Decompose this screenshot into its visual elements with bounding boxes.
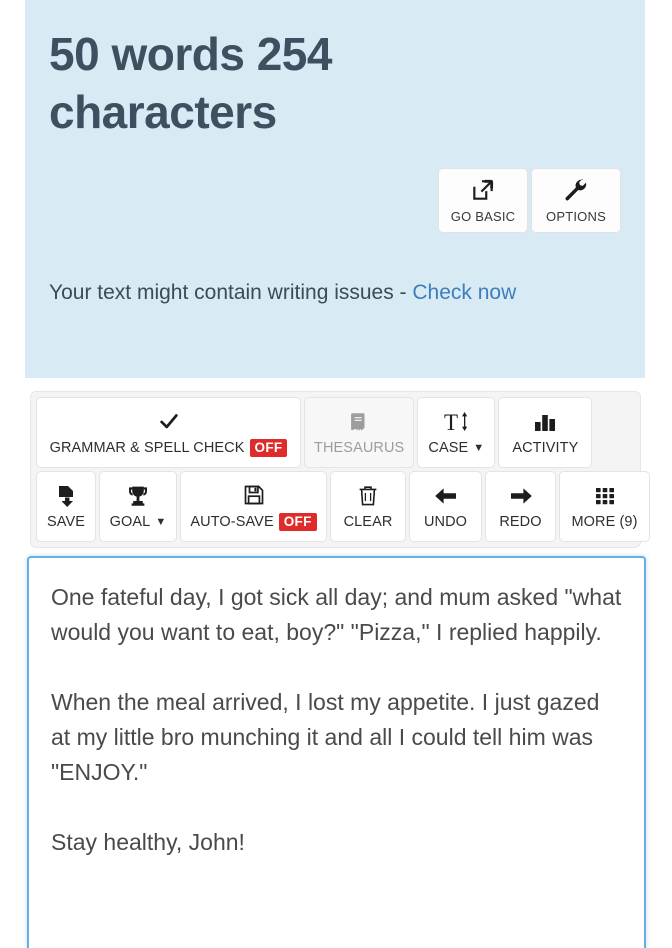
- activity-button[interactable]: ACTIVITY: [498, 397, 593, 468]
- case-text: CASE: [428, 440, 469, 456]
- book-icon: [347, 409, 371, 435]
- trash-icon: [357, 483, 379, 509]
- grid-icon: [593, 483, 617, 509]
- text-case-icon: T: [442, 409, 470, 435]
- text-editor[interactable]: One fateful day, I got sick all day; and…: [27, 556, 646, 948]
- options-button[interactable]: OPTIONS: [531, 168, 621, 233]
- auto-save-button[interactable]: AUTO-SAVE OFF: [180, 471, 327, 542]
- goal-label: GOAL ▼: [110, 514, 167, 530]
- redo-button[interactable]: REDO: [485, 471, 556, 542]
- thesaurus-text: THESAURUS: [314, 440, 405, 456]
- clear-label: CLEAR: [344, 514, 393, 530]
- header-button-group: GO BASIC OPTIONS: [438, 168, 621, 233]
- grammar-off-badge: OFF: [249, 439, 288, 457]
- auto-save-label: AUTO-SAVE OFF: [190, 513, 317, 531]
- save-text: SAVE: [46, 514, 85, 530]
- auto-save-off-badge: OFF: [278, 513, 317, 531]
- clear-text: CLEAR: [343, 514, 393, 530]
- editor-toolbar: GRAMMAR & SPELL CHECK OFF THESAURUS T CA…: [30, 391, 650, 548]
- toolbar-row-2: SAVE GOAL ▼ AUTO-SAVE OFF CLEAR UNDO RED…: [36, 471, 650, 542]
- grammar-spell-check-text: GRAMMAR & SPELL CHECK: [49, 440, 245, 456]
- redo-text: REDO: [499, 514, 542, 530]
- writing-issues-notice: Your text might contain writing issues -…: [49, 278, 609, 308]
- grammar-spell-check-label: GRAMMAR & SPELL CHECK OFF: [50, 439, 288, 457]
- check-icon: [156, 408, 182, 434]
- save-button[interactable]: SAVE: [36, 471, 96, 542]
- undo-button[interactable]: UNDO: [409, 471, 482, 542]
- file-download-icon: [54, 483, 78, 509]
- header-panel: 50 words 254 characters GO BASIC OPTIONS…: [25, 0, 645, 378]
- undo-text: UNDO: [423, 514, 468, 530]
- goal-text: GOAL: [109, 514, 151, 530]
- thesaurus-button[interactable]: THESAURUS: [304, 397, 415, 468]
- wrench-icon: [563, 177, 589, 203]
- save-label: SAVE: [47, 514, 85, 530]
- notice-text: Your text might contain writing issues -: [49, 281, 413, 304]
- arrow-right-icon: [508, 483, 534, 509]
- check-now-link[interactable]: Check now: [412, 281, 516, 304]
- svg-text:T: T: [444, 410, 458, 435]
- more-text: MORE (9): [571, 514, 638, 530]
- bar-chart-icon: [532, 409, 558, 435]
- clear-button[interactable]: CLEAR: [330, 471, 406, 542]
- goal-button[interactable]: GOAL ▼: [99, 471, 177, 542]
- case-button[interactable]: T CASE ▼: [417, 397, 496, 468]
- redo-label: REDO: [499, 514, 541, 530]
- chevron-down-icon: ▼: [155, 515, 167, 528]
- toolbar-row-1: GRAMMAR & SPELL CHECK OFF THESAURUS T CA…: [36, 397, 636, 468]
- floppy-disk-icon: [242, 482, 266, 508]
- grammar-spell-check-button[interactable]: GRAMMAR & SPELL CHECK OFF: [36, 397, 301, 468]
- editor-content[interactable]: One fateful day, I got sick all day; and…: [51, 580, 622, 860]
- case-label: CASE ▼: [428, 440, 484, 456]
- go-basic-label: GO BASIC: [450, 209, 516, 224]
- auto-save-text: AUTO-SAVE: [190, 514, 274, 530]
- more-button[interactable]: MORE (9): [559, 471, 650, 542]
- more-label: MORE (9): [571, 514, 637, 530]
- activity-label: ACTIVITY: [512, 440, 578, 456]
- activity-text: ACTIVITY: [512, 440, 579, 456]
- page-title: 50 words 254 characters: [49, 28, 332, 138]
- arrow-left-icon: [433, 483, 459, 509]
- trophy-icon: [126, 483, 150, 509]
- options-label: OPTIONS: [546, 209, 606, 224]
- word-counter-app: 50 words 254 characters GO BASIC OPTIONS…: [0, 0, 672, 948]
- thesaurus-label: THESAURUS: [314, 440, 404, 456]
- go-basic-button[interactable]: GO BASIC: [438, 168, 528, 233]
- external-link-icon: [470, 177, 496, 203]
- chevron-down-icon: ▼: [473, 441, 485, 454]
- undo-label: UNDO: [424, 514, 467, 530]
